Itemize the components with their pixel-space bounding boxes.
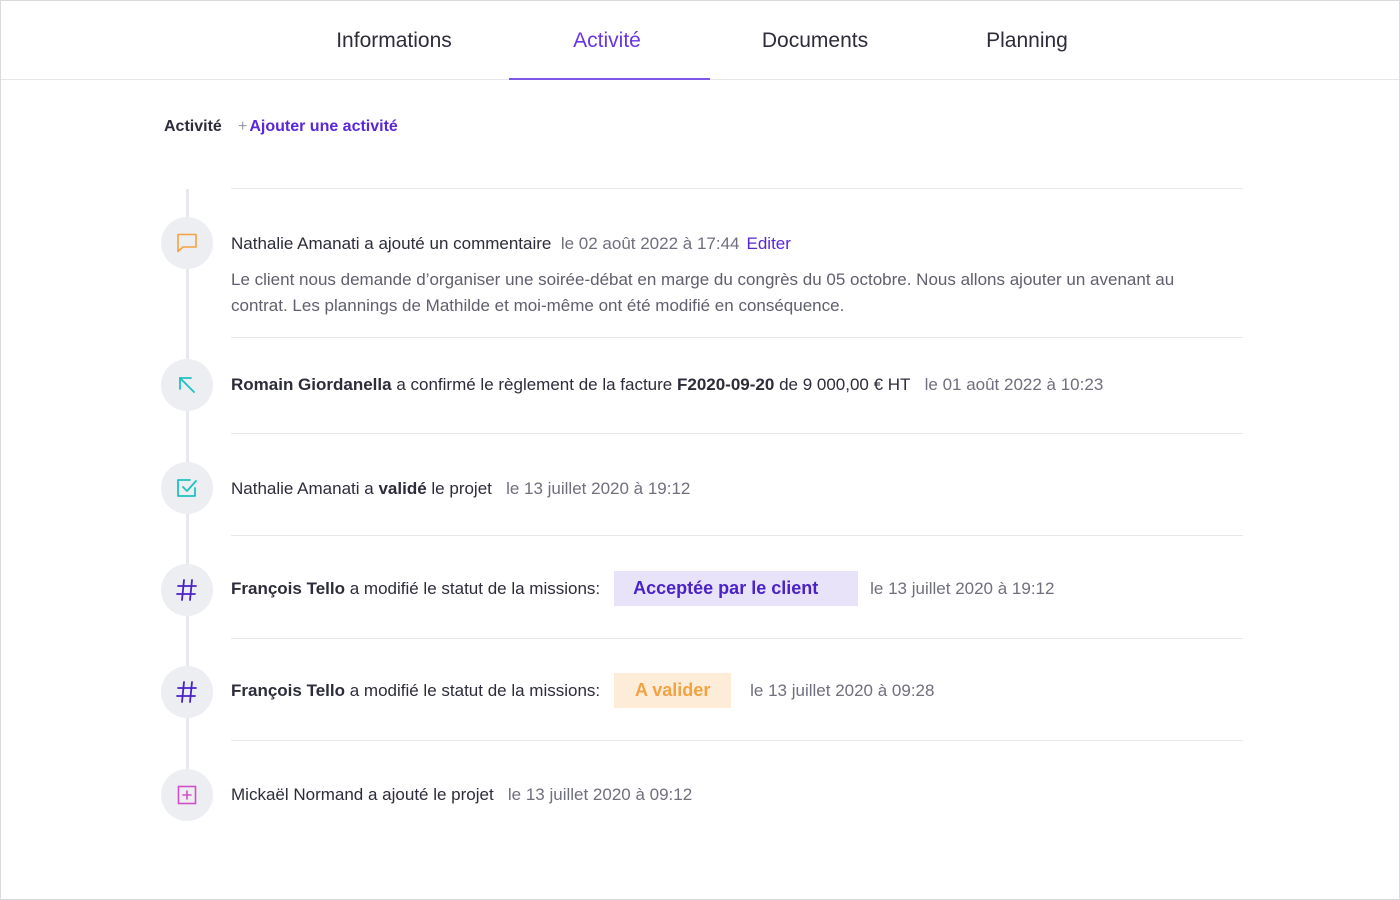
activity-item: Romain Giordanella a confirmé le règleme… [231,375,1103,395]
activity-author: Nathalie Amanati [231,479,360,498]
activity-action: a confirmé le règlement de la facture [396,375,673,394]
activity-author: François Tello [231,578,345,598]
activity-author: Mickaël Normand [231,785,364,804]
checkbox-icon [161,462,213,514]
tab-activite[interactable]: Activité [532,29,682,80]
activity-amount: de 9 000,00 € HT [779,375,911,394]
activity-date: le 01 août 2022 à 10:23 [924,375,1104,394]
activity-action: a modifié le statut de la missions: [349,578,601,598]
edit-button[interactable]: Editer [747,234,791,254]
add-activity-label: Ajouter une activité [249,118,398,135]
activity-action: a [364,479,374,498]
activity-item: Nathalie Amanati a ajouté un commentaire… [231,234,791,254]
active-tab-indicator [509,78,710,80]
section-header: Activité + Ajouter une activité [164,118,398,138]
activity-author: Romain Giordanella [231,375,392,394]
divider [231,433,1243,434]
status-badge: Acceptée par le client [614,571,859,606]
plus-icon: + [238,118,248,135]
activity-date: le 13 juillet 2020 à 09:28 [750,680,935,700]
tab-informations[interactable]: Informations [319,29,469,80]
activity-action: a ajouté le projet [368,785,494,804]
status-badge: A valider [614,673,732,708]
divider [231,337,1243,338]
divider [231,740,1243,741]
plus-square-icon [161,769,213,821]
divider [231,535,1243,536]
comment-icon [161,217,213,269]
section-title: Activité [164,118,222,135]
activity-action: a modifié le statut de la missions: [349,680,601,700]
activity-item: Mickaël Normand a ajouté le projet le 13… [231,785,692,805]
hash-icon [161,666,213,718]
tab-planning[interactable]: Planning [952,29,1102,80]
tab-bar: Informations Activité Documents Planning [1,1,1399,80]
activity-date: le 02 août 2022 à 17:44 [560,234,740,253]
hash-icon [161,564,213,616]
activity-item: François Tello a modifié le statut de la… [231,571,1054,606]
activity-item: Nathalie Amanati a validé le projet le 1… [231,479,690,499]
activity-action: a ajouté un commentaire [364,234,552,253]
app-frame: Informations Activité Documents Planning… [0,0,1400,900]
activity-action: le projet [431,479,492,498]
arrow-up-left-icon [161,359,213,411]
invoice-number: F2020-09-20 [676,375,775,394]
activity-date: le 13 juillet 2020 à 09:12 [507,785,693,804]
tab-documents[interactable]: Documents [740,29,890,80]
divider [231,188,1243,189]
activity-author: Nathalie Amanati [231,234,360,253]
activity-date: le 13 juillet 2020 à 19:12 [506,479,691,498]
activity-item: François Tello a modifié le statut de la… [231,673,934,708]
activity-date: le 13 juillet 2020 à 19:12 [870,578,1055,598]
activity-author: François Tello [231,680,345,700]
activity-comment: Le client nous demande d’organiser une s… [231,270,1175,315]
divider [231,638,1243,639]
add-activity-button[interactable]: + Ajouter une activité [238,118,398,136]
activity-action-bold: validé [378,479,427,498]
